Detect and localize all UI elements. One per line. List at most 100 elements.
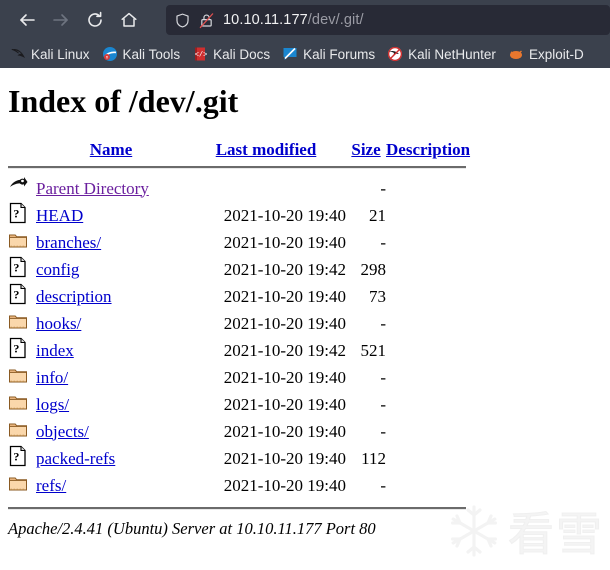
- folder-icon: [8, 310, 36, 337]
- cell-size: -: [380, 394, 386, 414]
- lock-crossed-icon[interactable]: [198, 12, 215, 29]
- cell-description: [386, 418, 470, 445]
- cell-size: 73: [369, 286, 386, 306]
- table-row: ? packed-refs 2021-10-20 19:40 112: [8, 445, 470, 472]
- cell-description: [386, 364, 470, 391]
- file-link[interactable]: packed-refs: [36, 449, 115, 468]
- cell-last-modified: 2021-10-20 19:40: [223, 205, 346, 225]
- sort-by-date-link[interactable]: Last modified: [216, 140, 317, 159]
- bookmark-exploit-db[interactable]: Exploit-D: [502, 42, 590, 66]
- cell-size: -: [380, 232, 386, 252]
- sort-by-description-link[interactable]: Description: [386, 140, 470, 159]
- apache-directory-index: Index of /dev/.git Name Last modified Si…: [0, 68, 610, 570]
- directory-rows: Parent Directory - ? HEAD 2021-10-20 19:40…: [8, 175, 470, 499]
- table-row: objects/2021-10-20 19:40 -: [8, 418, 470, 445]
- cell-last-modified: 2021-10-20 19:40: [223, 394, 346, 414]
- cell-size: -: [380, 313, 386, 333]
- bookmark-label: Exploit-D: [528, 46, 584, 62]
- cell-last-modified: 2021-10-20 19:42: [223, 259, 346, 279]
- cell-last-modified: [186, 175, 346, 202]
- bookmarks-bar: Kali Linux n Kali Tools </> Kali Docs Ka…: [0, 40, 610, 68]
- cell-name: hooks/: [36, 310, 186, 337]
- cell-description: [386, 256, 470, 283]
- cell-size: -: [380, 421, 386, 441]
- file-link[interactable]: objects/: [36, 422, 89, 441]
- bookmark-kali-nethunter[interactable]: Kali NetHunter: [381, 42, 502, 66]
- back-button[interactable]: [10, 3, 44, 37]
- bookmark-kali-tools[interactable]: n Kali Tools: [96, 42, 187, 66]
- parent-directory-icon: [8, 175, 36, 202]
- directory-listing: Name Last modified Size Description Pare…: [0, 140, 610, 499]
- header-divider-cell: [8, 160, 470, 175]
- cell-description: [386, 229, 470, 256]
- file-link[interactable]: index: [36, 341, 74, 360]
- file-link[interactable]: config: [36, 260, 79, 279]
- back-arrow-icon: [20, 14, 35, 26]
- bookmark-label: Kali NetHunter: [408, 46, 496, 62]
- cell-name: Parent Directory: [36, 175, 186, 202]
- exploit-db-icon: [508, 46, 524, 62]
- bookmark-label: Kali Docs: [213, 46, 271, 62]
- cell-size: 298: [360, 259, 387, 279]
- svg-text:?: ?: [13, 207, 19, 221]
- file-link[interactable]: branches/: [36, 233, 101, 252]
- sort-by-size-link[interactable]: Size: [351, 140, 380, 159]
- folder-icon: [8, 472, 36, 499]
- file-link[interactable]: description: [36, 287, 112, 306]
- unknown-file-icon: ?: [8, 283, 36, 310]
- cell-name: description: [36, 283, 186, 310]
- cell-name: refs/: [36, 472, 186, 499]
- reload-button[interactable]: [78, 3, 112, 37]
- cell-name: HEAD: [36, 202, 186, 229]
- bookmark-kali-linux[interactable]: Kali Linux: [4, 42, 96, 66]
- file-link[interactable]: info/: [36, 368, 68, 387]
- table-row: refs/2021-10-20 19:40 -: [8, 472, 470, 499]
- footer-divider: [8, 507, 466, 510]
- table-row: ? config 2021-10-20 19:42 298: [8, 256, 470, 283]
- shield-icon[interactable]: [174, 12, 191, 29]
- url-text: 10.10.11.177/dev/.git/: [223, 12, 364, 28]
- cell-description: [386, 391, 470, 418]
- file-link[interactable]: logs/: [36, 395, 69, 414]
- svg-text:?: ?: [13, 261, 19, 275]
- sort-by-name-link[interactable]: Name: [90, 140, 132, 159]
- unknown-file-icon: ?: [8, 202, 36, 229]
- svg-text:</>: </>: [195, 52, 208, 60]
- cell-size: 21: [369, 205, 386, 225]
- cell-last-modified: 2021-10-20 19:40: [223, 313, 346, 333]
- cell-size: -: [380, 178, 386, 198]
- cell-last-modified: 2021-10-20 19:40: [223, 475, 346, 495]
- folder-icon: [8, 364, 36, 391]
- cell-description: [386, 283, 470, 310]
- server-signature: Apache/2.4.41 (Ubuntu) Server at 10.10.1…: [8, 519, 376, 538]
- bookmark-kali-docs[interactable]: </> Kali Docs: [186, 42, 276, 66]
- cell-description: [386, 310, 470, 337]
- table-row: ? HEAD 2021-10-20 19:40 21: [8, 202, 470, 229]
- cell-last-modified: 2021-10-20 19:40: [223, 232, 346, 252]
- folder-icon: [8, 418, 36, 445]
- cell-name: logs/: [36, 391, 186, 418]
- url-path: /dev/.git/: [307, 12, 364, 28]
- table-row: ? index 2021-10-20 19:42 521: [8, 337, 470, 364]
- file-link[interactable]: refs/: [36, 476, 66, 495]
- cell-last-modified: 2021-10-20 19:40: [223, 367, 346, 387]
- table-row: hooks/2021-10-20 19:40 -: [8, 310, 470, 337]
- cell-name: packed-refs: [36, 445, 186, 472]
- svg-text:?: ?: [13, 288, 19, 302]
- file-link[interactable]: Parent Directory: [36, 179, 149, 198]
- file-link[interactable]: HEAD: [36, 206, 83, 225]
- header-name: Name: [36, 140, 186, 160]
- folder-icon: [8, 229, 36, 256]
- page-title: Index of /dev/.git: [8, 83, 239, 119]
- table-row: Parent Directory -: [8, 175, 470, 202]
- file-link[interactable]: hooks/: [36, 314, 81, 333]
- cell-description: [386, 202, 470, 229]
- cell-description: [386, 337, 470, 364]
- cell-name: branches/: [36, 229, 186, 256]
- kali-forums-icon: [282, 46, 298, 62]
- folder-icon: [8, 391, 36, 418]
- home-button[interactable]: [112, 3, 146, 37]
- address-bar[interactable]: 10.10.11.177/dev/.git/: [166, 5, 610, 35]
- header-divider-row: [8, 160, 470, 175]
- bookmark-kali-forums[interactable]: Kali Forums: [276, 42, 381, 66]
